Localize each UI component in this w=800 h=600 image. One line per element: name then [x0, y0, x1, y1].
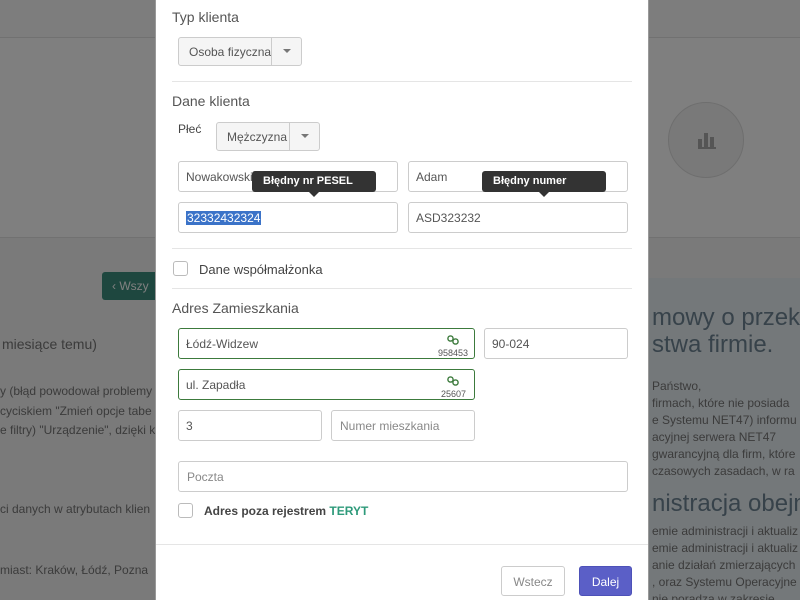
first-name-value: Adam: [416, 170, 448, 184]
caret-down-icon[interactable]: [289, 123, 319, 150]
number-error-tooltip: Błędny numer: [482, 171, 606, 197]
pesel-error-tooltip: Błędny nr PESEL: [252, 171, 376, 197]
id-number-value: ASD323232: [416, 211, 481, 225]
id-number-input[interactable]: ASD323232: [408, 202, 628, 233]
outside-register-label: Adres poza rejestrem TERYT: [204, 504, 368, 518]
post-office-input[interactable]: Poczta: [178, 461, 628, 492]
outside-register-text: Adres poza rejestrem: [204, 504, 327, 518]
street-input[interactable]: ul. Zapadła 25607: [178, 369, 475, 400]
pesel-value: 32332432324: [186, 211, 262, 225]
client-form-modal: Typ klienta Osoba fizyczna Dane klienta …: [155, 0, 649, 600]
flat-number-input[interactable]: Numer mieszkania: [331, 410, 475, 441]
flat-number-placeholder: Numer mieszkania: [340, 419, 440, 433]
city-teryt-code: 958453: [438, 348, 469, 358]
caret-down-icon[interactable]: [271, 38, 301, 65]
pesel-input[interactable]: 32332432324: [178, 202, 398, 233]
gender-label: Płeć: [178, 122, 202, 136]
divider: [172, 288, 632, 289]
link-icon: [447, 376, 459, 386]
client-type-select[interactable]: Osoba fizyczna: [178, 37, 302, 66]
gender-select[interactable]: Mężczyzna: [216, 122, 320, 151]
street-value: ul. Zapadła: [186, 378, 246, 392]
next-button[interactable]: Dalej: [579, 566, 632, 596]
outside-register-checkbox[interactable]: [178, 503, 193, 518]
client-type-title: Typ klienta: [172, 9, 239, 25]
postal-code-value: 90-024: [492, 337, 530, 351]
teryt-label: TERYT: [329, 504, 369, 518]
postal-code-input[interactable]: 90-024: [484, 328, 628, 359]
city-value: Łódź-Widzew: [186, 337, 259, 351]
house-number-value: 3: [186, 419, 193, 433]
address-title: Adres Zamieszkania: [172, 300, 299, 316]
client-data-title: Dane klienta: [172, 93, 250, 109]
divider: [172, 81, 632, 82]
post-office-placeholder: Poczta: [187, 470, 224, 484]
last-name-value: Nowakowski: [186, 170, 253, 184]
spouse-label: Dane współmałżonka: [199, 262, 323, 277]
modal-footer: Wstecz Dalej: [156, 544, 648, 600]
city-input[interactable]: Łódź-Widzew 958453: [178, 328, 475, 359]
back-button[interactable]: Wstecz: [501, 566, 565, 596]
client-type-value: Osoba fizyczna: [189, 45, 272, 59]
link-icon: [447, 335, 459, 345]
street-teryt-code: 25607: [441, 389, 467, 399]
spouse-checkbox[interactable]: [173, 261, 188, 276]
divider: [172, 248, 632, 249]
house-number-input[interactable]: 3: [178, 410, 322, 441]
gender-value: Mężczyzna: [227, 130, 288, 144]
